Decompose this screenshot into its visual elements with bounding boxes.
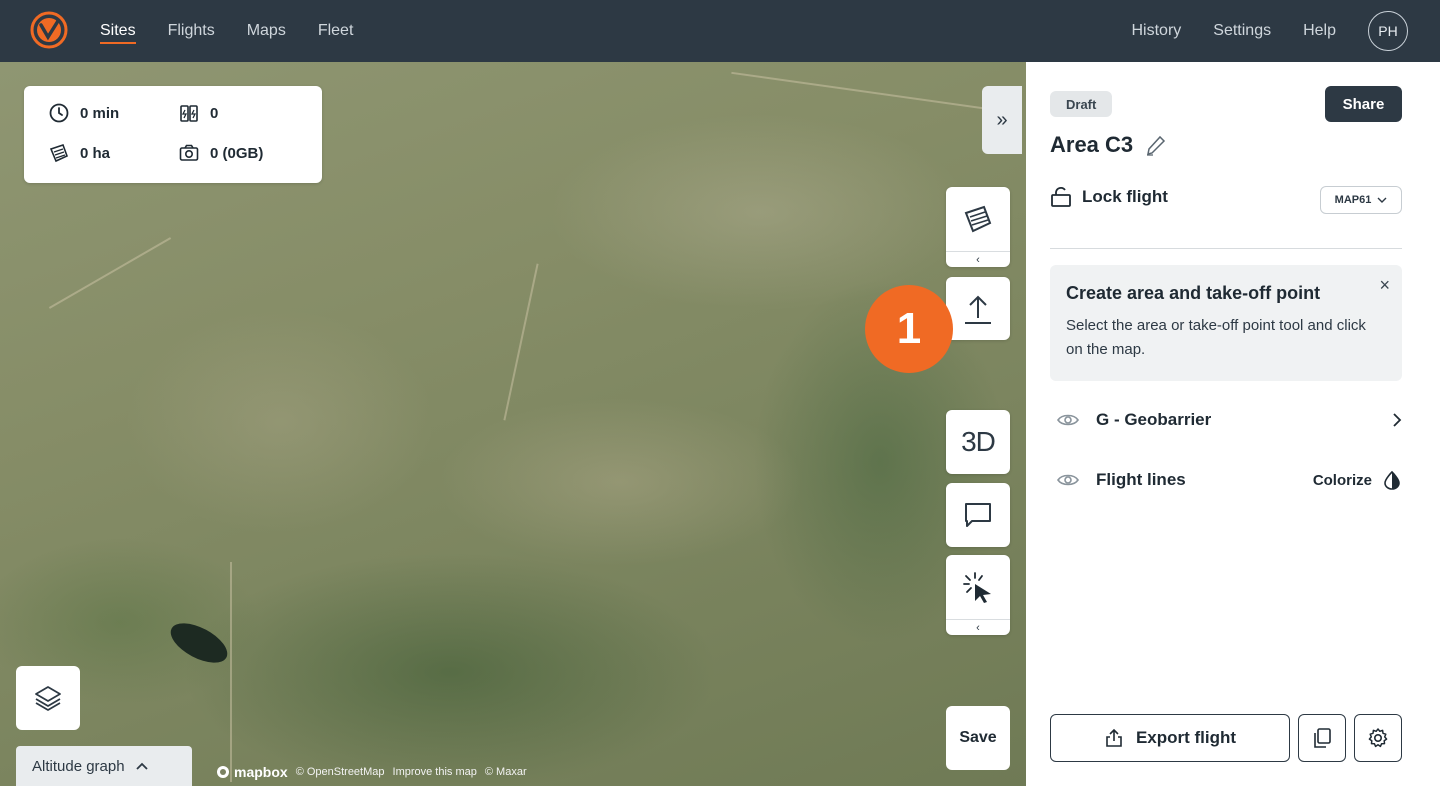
improve-map-link[interactable]: Improve this map bbox=[393, 766, 477, 778]
3d-label: 3D bbox=[961, 426, 996, 457]
stat-area: 0 ha bbox=[48, 142, 110, 164]
export-flight-button[interactable]: Export flight bbox=[1050, 714, 1290, 762]
select-tool-expand[interactable]: ‹ bbox=[946, 619, 1010, 635]
flight-stats-card: 0 min 0 0 ha 0 (0GB) bbox=[24, 86, 322, 183]
layer-name: G - Geobarrier bbox=[1096, 410, 1212, 429]
drone-model-select[interactable]: MAP61 bbox=[1320, 186, 1402, 214]
gear-icon bbox=[1368, 728, 1388, 748]
double-chevron-right-icon: » bbox=[996, 108, 1008, 131]
nav-history[interactable]: History bbox=[1132, 0, 1182, 62]
title-row: Area C3 bbox=[1050, 132, 1167, 158]
mapbox-icon bbox=[217, 766, 229, 778]
pencil-icon[interactable] bbox=[1143, 133, 1167, 157]
divider bbox=[1050, 248, 1402, 249]
takeoff-point-tool-button[interactable] bbox=[946, 277, 1010, 340]
cursor-click-icon bbox=[963, 572, 991, 603]
battery-icon bbox=[180, 105, 198, 122]
satellite-map[interactable]: 0 min 0 0 ha 0 (0GB) » ‹ 3D ‹ 1 Altitude… bbox=[0, 62, 1026, 786]
nav-flights[interactable]: Flights bbox=[168, 0, 215, 62]
area-icon bbox=[49, 143, 69, 163]
chevron-down-icon bbox=[1377, 197, 1387, 203]
lock-flight-toggle[interactable]: Lock flight bbox=[1050, 186, 1168, 208]
camera-icon bbox=[179, 144, 199, 161]
area-tool-button[interactable]: ‹ bbox=[946, 187, 1010, 267]
clock-icon bbox=[49, 103, 69, 123]
osm-attribution-link[interactable]: © OpenStreetMap bbox=[296, 766, 385, 778]
unlocked-lock-icon bbox=[1051, 187, 1071, 207]
secondary-nav: History Settings Help PH bbox=[1132, 0, 1408, 62]
map-attribution: mapbox © OpenStreetMap Improve this map … bbox=[216, 764, 527, 780]
area-polygon-icon bbox=[964, 205, 992, 233]
top-nav-bar: Sites Flights Maps Fleet History Setting… bbox=[0, 0, 1440, 62]
user-avatar[interactable]: PH bbox=[1368, 11, 1408, 51]
nav-maps[interactable]: Maps bbox=[247, 0, 286, 62]
layer-row-flight-lines[interactable]: Flight lines Colorize bbox=[1056, 470, 1402, 490]
layer-name: Flight lines bbox=[1096, 470, 1186, 489]
instructions-title: Create area and take-off point bbox=[1066, 283, 1321, 303]
layer-row-geobarrier[interactable]: G - Geobarrier bbox=[1056, 410, 1402, 430]
eye-icon[interactable] bbox=[1056, 412, 1080, 428]
flight-details-panel: Draft Share Area C3 Lock flight MAP61 Cr… bbox=[1026, 62, 1440, 786]
lock-flight-label: Lock flight bbox=[1082, 187, 1168, 206]
nav-fleet[interactable]: Fleet bbox=[318, 0, 354, 62]
save-button[interactable]: Save bbox=[946, 706, 1010, 770]
lake bbox=[164, 615, 234, 671]
export-flight-label: Export flight bbox=[1135, 728, 1237, 747]
mapbox-logo[interactable]: mapbox bbox=[216, 764, 288, 780]
share-button[interactable]: Share bbox=[1325, 86, 1402, 122]
comment-icon bbox=[965, 503, 991, 527]
nav-sites[interactable]: Sites bbox=[100, 0, 136, 62]
nav-settings[interactable]: Settings bbox=[1213, 0, 1271, 62]
layers-icon bbox=[35, 686, 61, 711]
stat-photos: 0 (0GB) bbox=[178, 142, 263, 164]
area-tool-expand[interactable]: ‹ bbox=[946, 251, 1010, 267]
instructions-text: Select the area or take-off point tool a… bbox=[1066, 317, 1366, 358]
status-badge: Draft bbox=[1050, 91, 1113, 117]
contrast-icon[interactable] bbox=[1382, 470, 1402, 490]
upload-arrow-icon bbox=[965, 295, 991, 324]
collapse-panel-button[interactable]: » bbox=[982, 86, 1022, 154]
eye-icon[interactable] bbox=[1056, 472, 1080, 488]
colorize-label[interactable]: Colorize bbox=[1313, 472, 1372, 489]
chevron-right-icon[interactable] bbox=[1392, 412, 1402, 428]
3d-view-button[interactable]: 3D bbox=[946, 410, 1010, 474]
select-tool-button[interactable]: ‹ bbox=[946, 555, 1010, 635]
flight-settings-button[interactable] bbox=[1354, 714, 1402, 762]
nav-help[interactable]: Help bbox=[1303, 0, 1336, 62]
copy-icon bbox=[1314, 728, 1331, 748]
comment-tool-button[interactable] bbox=[946, 483, 1010, 547]
propeller-logo-icon[interactable] bbox=[30, 11, 68, 49]
main-nav: Sites Flights Maps Fleet bbox=[100, 0, 353, 62]
instructions-box: Create area and take-off point Select th… bbox=[1050, 265, 1402, 381]
duplicate-flight-button[interactable] bbox=[1298, 714, 1346, 762]
stat-time: 0 min bbox=[48, 102, 119, 124]
map-layers-button[interactable] bbox=[16, 666, 80, 730]
altitude-graph-toggle[interactable]: Altitude graph bbox=[16, 746, 192, 786]
maxar-attribution-link[interactable]: © Maxar bbox=[485, 766, 527, 778]
close-icon[interactable]: × bbox=[1379, 275, 1390, 296]
chevron-up-icon bbox=[135, 762, 148, 770]
stat-batteries: 0 bbox=[178, 102, 218, 124]
flight-title: Area C3 bbox=[1050, 132, 1134, 157]
altitude-graph-label: Altitude graph bbox=[32, 757, 125, 775]
export-icon bbox=[1106, 728, 1122, 747]
step-number-badge: 1 bbox=[865, 285, 953, 373]
